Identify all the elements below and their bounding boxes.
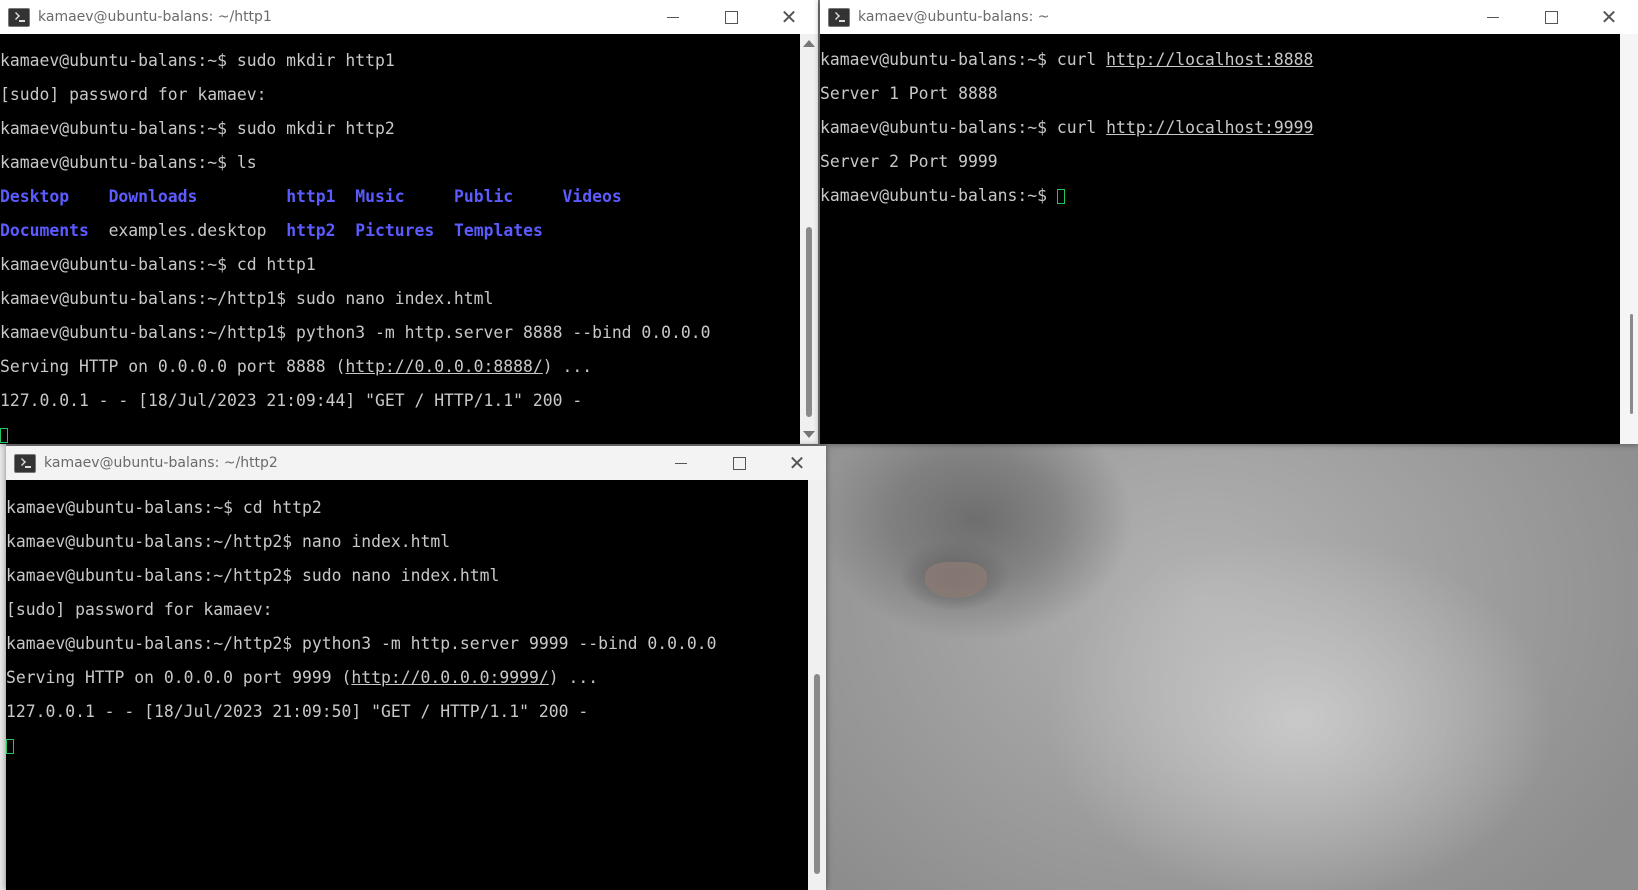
window-title: kamaev@ubuntu-balans: ~/http2 [44,455,278,471]
terminal-window-http1[interactable]: kamaev@ubuntu-balans: ~/http1 ✕ kamaev@u… [0,0,818,444]
terminal-cursor [1056,189,1065,204]
curl-link[interactable]: http://localhost:9999 [1106,118,1313,137]
dir-music: Music [355,187,405,206]
terminal-line: kamaev@ubuntu-balans:~/http1$ sudo nano … [0,289,494,308]
close-button[interactable]: ✕ [768,446,826,480]
maximize-icon [724,10,738,24]
serving-text-end: ) ... [548,668,599,687]
maximize-button[interactable] [702,0,760,34]
close-icon: ✕ [1600,5,1618,29]
dir-http2: http2 [286,221,336,240]
dir-http1: http1 [286,187,336,206]
terminal-line: kamaev@ubuntu-balans:~/http2$ sudo nano … [6,566,500,585]
ls-output-row: Desktop Downloads http1 Music Public Vid… [0,188,800,205]
server-link[interactable]: http://0.0.0.0:8888/ [345,357,542,376]
titlebar[interactable]: kamaev@ubuntu-balans: ~/http2 ✕ [6,446,826,480]
terminal-line: kamaev@ubuntu-balans:~$ curl http://loca… [820,119,1620,136]
terminal-line: kamaev@ubuntu-balans:~$ curl http://loca… [820,51,1620,68]
terminal-icon [828,7,850,27]
terminal-line: 127.0.0.1 - - [18/Jul/2023 21:09:50] "GE… [6,702,589,721]
serving-text-end: ) ... [542,357,593,376]
terminal-line: kamaev@ubuntu-balans:~/http2$ nano index… [6,532,451,551]
dir-desktop: Desktop [0,187,70,206]
terminal-icon [14,453,36,473]
terminal-line: kamaev@ubuntu-balans:~$ cd http2 [6,498,322,517]
titlebar[interactable]: kamaev@ubuntu-balans: ~ ✕ [820,0,1638,34]
serving-text: Serving HTTP on 0.0.0.0 port 8888 ( [0,357,346,376]
dir-public: Public [453,187,514,206]
prompt-text: kamaev@ubuntu-balans:~$ curl [820,50,1107,69]
dir-videos: Videos [562,187,622,206]
scroll-thumb[interactable] [806,227,812,417]
scroll-thumb[interactable] [1630,314,1633,414]
prompt-text: kamaev@ubuntu-balans:~$ [820,186,1057,205]
terminal-line: kamaev@ubuntu-balans:~$ ls [0,153,257,172]
maximize-button[interactable] [710,446,768,480]
server-link[interactable]: http://0.0.0.0:9999/ [351,668,548,687]
scroll-down-icon[interactable] [803,431,815,438]
terminal-line: kamaev@ubuntu-balans:~$ cd http1 [0,255,316,274]
scroll-up-icon[interactable] [803,40,815,47]
close-icon: ✕ [780,5,798,29]
terminal-line: Serving HTTP on 0.0.0.0 port 8888 (http:… [0,358,800,375]
close-button[interactable]: ✕ [760,0,818,34]
dir-documents: Documents [0,221,89,240]
terminal-line: [sudo] password for kamaev: [0,85,267,104]
curl-link[interactable]: http://localhost:8888 [1106,50,1313,69]
cursor-line [0,426,800,443]
terminal-output[interactable]: kamaev@ubuntu-balans:~$ cd http2 kamaev@… [6,482,808,890]
minimize-button[interactable] [652,446,710,480]
scrollbar[interactable] [800,34,818,444]
maximize-icon [732,456,746,470]
dir-pictures: Pictures [355,221,435,240]
cursor-line [6,737,808,754]
terminal-cursor [0,428,8,443]
minimize-button[interactable] [1464,0,1522,34]
terminal-line: kamaev@ubuntu-balans:~/http2$ python3 -m… [6,634,717,653]
close-button[interactable]: ✕ [1580,0,1638,34]
close-icon: ✕ [788,451,806,475]
window-title: kamaev@ubuntu-balans: ~/http1 [38,9,272,25]
terminal-line: kamaev@ubuntu-balans:~$ sudo mkdir http2 [0,119,395,138]
prompt-line: kamaev@ubuntu-balans:~$ [820,187,1620,204]
minimize-icon [675,462,687,464]
window-title: kamaev@ubuntu-balans: ~ [858,9,1050,25]
terminal-line: Server 2 Port 9999 [820,152,998,171]
terminal-cursor [6,739,14,754]
dir-templates: Templates [454,221,543,240]
titlebar[interactable]: kamaev@ubuntu-balans: ~/http1 ✕ [0,0,818,34]
dir-downloads: Downloads [108,187,198,206]
serving-text: Serving HTTP on 0.0.0.0 port 9999 ( [6,668,352,687]
maximize-button[interactable] [1522,0,1580,34]
prompt-text: kamaev@ubuntu-balans:~$ curl [820,118,1107,137]
terminal-window-http2[interactable]: kamaev@ubuntu-balans: ~/http2 ✕ kamaev@u… [6,446,826,890]
scrollbar[interactable] [1620,34,1638,444]
terminal-window-home[interactable]: kamaev@ubuntu-balans: ~ ✕ kamaev@ubuntu-… [820,0,1638,444]
terminal-line: kamaev@ubuntu-balans:~/http1$ python3 -m… [0,323,711,342]
terminal-line: 127.0.0.1 - - [18/Jul/2023 21:09:44] "GE… [0,391,583,410]
terminal-icon [8,7,30,27]
terminal-output[interactable]: kamaev@ubuntu-balans:~$ curl http://loca… [820,34,1620,444]
wallpaper-leopard-nose [925,562,987,598]
terminal-line: Serving HTTP on 0.0.0.0 port 9999 (http:… [6,669,808,686]
file-examples-desktop: examples.desktop [108,221,267,240]
terminal-output[interactable]: kamaev@ubuntu-balans:~$ sudo mkdir http1… [0,35,800,444]
minimize-icon [1487,16,1499,18]
terminal-line: kamaev@ubuntu-balans:~$ sudo mkdir http1 [0,51,395,70]
scrollbar[interactable] [808,480,826,890]
minimize-icon [667,16,679,18]
scroll-thumb[interactable] [814,674,820,874]
ls-output-row: Documents examples.desktop http2 Picture… [0,222,800,239]
maximize-icon [1544,10,1558,24]
terminal-line: Server 1 Port 8888 [820,84,998,103]
terminal-line: [sudo] password for kamaev: [6,600,273,619]
minimize-button[interactable] [644,0,702,34]
